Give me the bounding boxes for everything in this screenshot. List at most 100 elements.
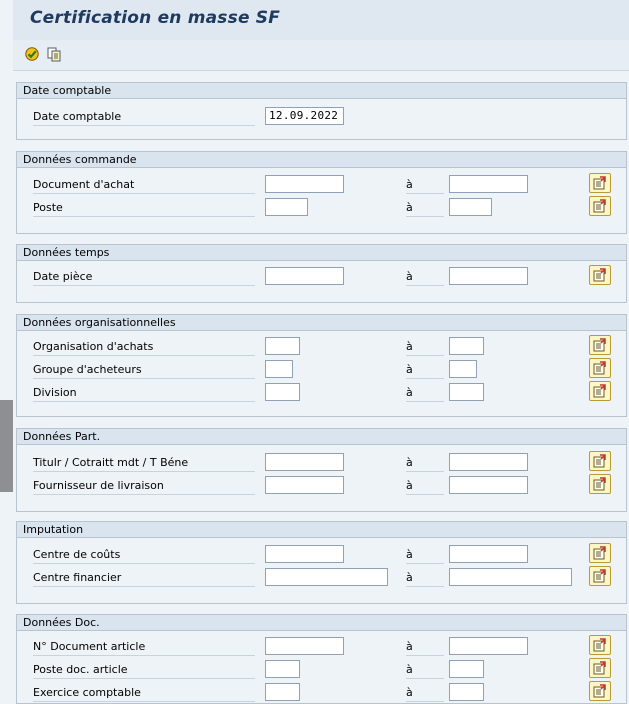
multiple-selection-button[interactable] bbox=[589, 681, 611, 701]
field-label: Poste bbox=[33, 200, 255, 217]
field-label: Fournisseur de livraison bbox=[33, 478, 255, 495]
organisation-achats-to-input[interactable] bbox=[449, 337, 484, 355]
multiple-selection-icon bbox=[593, 684, 606, 698]
form-row-organisation-achats: Organisation d'achats à bbox=[17, 335, 626, 357]
multiple-selection-icon bbox=[593, 638, 606, 652]
multiple-selection-button[interactable] bbox=[589, 358, 611, 378]
section-donnees-organisationnelles: Données organisationnelles Organisation … bbox=[16, 314, 627, 417]
centre-financier-to-input[interactable] bbox=[449, 568, 572, 586]
page-title: Certification en masse SF bbox=[30, 8, 281, 28]
form-row-fournisseur-livraison: Fournisseur de livraison à bbox=[17, 474, 626, 496]
division-from-input[interactable] bbox=[265, 383, 300, 401]
field-label: Document d'achat bbox=[33, 177, 255, 194]
range-to-label: à bbox=[406, 269, 444, 286]
section-header: Imputation bbox=[17, 522, 626, 538]
multiple-selection-icon bbox=[593, 384, 606, 398]
multiple-selection-icon bbox=[593, 569, 606, 583]
field-label: Poste doc. article bbox=[33, 662, 255, 679]
range-to-label: à bbox=[406, 339, 444, 356]
field-label: Date comptable bbox=[33, 109, 255, 126]
organisation-achats-from-input[interactable] bbox=[265, 337, 300, 355]
centre-couts-from-input[interactable] bbox=[265, 545, 344, 563]
poste-from-input[interactable] bbox=[265, 198, 308, 216]
range-to-label: à bbox=[406, 547, 444, 564]
multiple-selection-button[interactable] bbox=[589, 381, 611, 401]
groupe-acheteurs-from-input[interactable] bbox=[265, 360, 293, 378]
copy-variant-icon[interactable] bbox=[46, 46, 62, 62]
centre-couts-to-input[interactable] bbox=[449, 545, 528, 563]
form-row-date-comptable: Date comptable 12.09.2022 bbox=[17, 107, 626, 127]
multiple-selection-button[interactable] bbox=[589, 566, 611, 586]
form-row-centre-financier: Centre financier à bbox=[17, 566, 626, 588]
field-label: Date pièce bbox=[33, 269, 255, 286]
field-label: Division bbox=[33, 385, 255, 402]
section-header: Données Doc. bbox=[17, 615, 626, 631]
exercice-comptable-to-input[interactable] bbox=[449, 683, 484, 701]
fournisseur-livraison-to-input[interactable] bbox=[449, 476, 528, 494]
multiple-selection-button[interactable] bbox=[589, 335, 611, 355]
multiple-selection-icon bbox=[593, 268, 606, 282]
field-label: Groupe d'acheteurs bbox=[33, 362, 255, 379]
exercice-comptable-from-input[interactable] bbox=[265, 683, 300, 701]
titulaire-to-input[interactable] bbox=[449, 453, 528, 471]
range-to-label: à bbox=[406, 662, 444, 679]
section-header: Données Part. bbox=[17, 429, 626, 445]
multiple-selection-icon bbox=[593, 176, 606, 190]
date-comptable-input[interactable]: 12.09.2022 bbox=[265, 107, 344, 125]
multiple-selection-icon bbox=[593, 454, 606, 468]
field-label: Centre de coûts bbox=[33, 547, 255, 564]
multiple-selection-button[interactable] bbox=[589, 543, 611, 563]
titulaire-from-input[interactable] bbox=[265, 453, 344, 471]
execute-icon[interactable] bbox=[24, 46, 40, 62]
field-label: Centre financier bbox=[33, 570, 255, 587]
application-toolbar bbox=[13, 40, 629, 71]
fournisseur-livraison-from-input[interactable] bbox=[265, 476, 344, 494]
multiple-selection-icon bbox=[593, 477, 606, 491]
range-to-label: à bbox=[406, 570, 444, 587]
multiple-selection-icon bbox=[593, 546, 606, 560]
range-to-label: à bbox=[406, 478, 444, 495]
date-piece-from-input[interactable] bbox=[265, 267, 344, 285]
multiple-selection-button[interactable] bbox=[589, 474, 611, 494]
title-bar: Certification en masse SF bbox=[13, 0, 629, 41]
multiple-selection-icon bbox=[593, 361, 606, 375]
left-scroll-strip bbox=[0, 400, 13, 492]
range-to-label: à bbox=[406, 685, 444, 702]
poste-doc-article-from-input[interactable] bbox=[265, 660, 300, 678]
field-label: Organisation d'achats bbox=[33, 339, 255, 356]
document-achat-to-input[interactable] bbox=[449, 175, 528, 193]
range-to-label: à bbox=[406, 177, 444, 194]
multiple-selection-button[interactable] bbox=[589, 196, 611, 216]
section-header: Données organisationnelles bbox=[17, 315, 626, 331]
field-label: Exercice comptable bbox=[33, 685, 255, 702]
poste-to-input[interactable] bbox=[449, 198, 492, 216]
form-row-document-article: N° Document article à bbox=[17, 635, 626, 657]
poste-doc-article-to-input[interactable] bbox=[449, 660, 484, 678]
multiple-selection-icon bbox=[593, 199, 606, 213]
field-label: N° Document article bbox=[33, 639, 255, 656]
document-article-from-input[interactable] bbox=[265, 637, 344, 655]
section-header: Données commande bbox=[17, 152, 626, 168]
form-row-groupe-acheteurs: Groupe d'acheteurs à bbox=[17, 358, 626, 380]
multiple-selection-button[interactable] bbox=[589, 265, 611, 285]
form-row-exercice-comptable: Exercice comptable à bbox=[17, 681, 626, 703]
date-piece-to-input[interactable] bbox=[449, 267, 528, 285]
multiple-selection-button[interactable] bbox=[589, 173, 611, 193]
section-donnees-part: Données Part. Titulr / Cotraitt mdt / T … bbox=[16, 428, 627, 512]
range-to-label: à bbox=[406, 455, 444, 472]
division-to-input[interactable] bbox=[449, 383, 484, 401]
section-header: Date comptable bbox=[17, 83, 626, 99]
groupe-acheteurs-to-input[interactable] bbox=[449, 360, 477, 378]
document-article-to-input[interactable] bbox=[449, 637, 528, 655]
section-donnees-doc: Données Doc. N° Document article à Poste… bbox=[16, 614, 627, 704]
form-row-poste: Poste à bbox=[17, 196, 626, 218]
range-to-label: à bbox=[406, 639, 444, 656]
document-achat-from-input[interactable] bbox=[265, 175, 344, 193]
multiple-selection-button[interactable] bbox=[589, 658, 611, 678]
multiple-selection-icon bbox=[593, 338, 606, 352]
centre-financier-from-input[interactable] bbox=[265, 568, 388, 586]
section-date-comptable: Date comptable Date comptable 12.09.2022 bbox=[16, 82, 627, 140]
multiple-selection-button[interactable] bbox=[589, 635, 611, 655]
multiple-selection-button[interactable] bbox=[589, 451, 611, 471]
form-row-poste-doc-article: Poste doc. article à bbox=[17, 658, 626, 680]
